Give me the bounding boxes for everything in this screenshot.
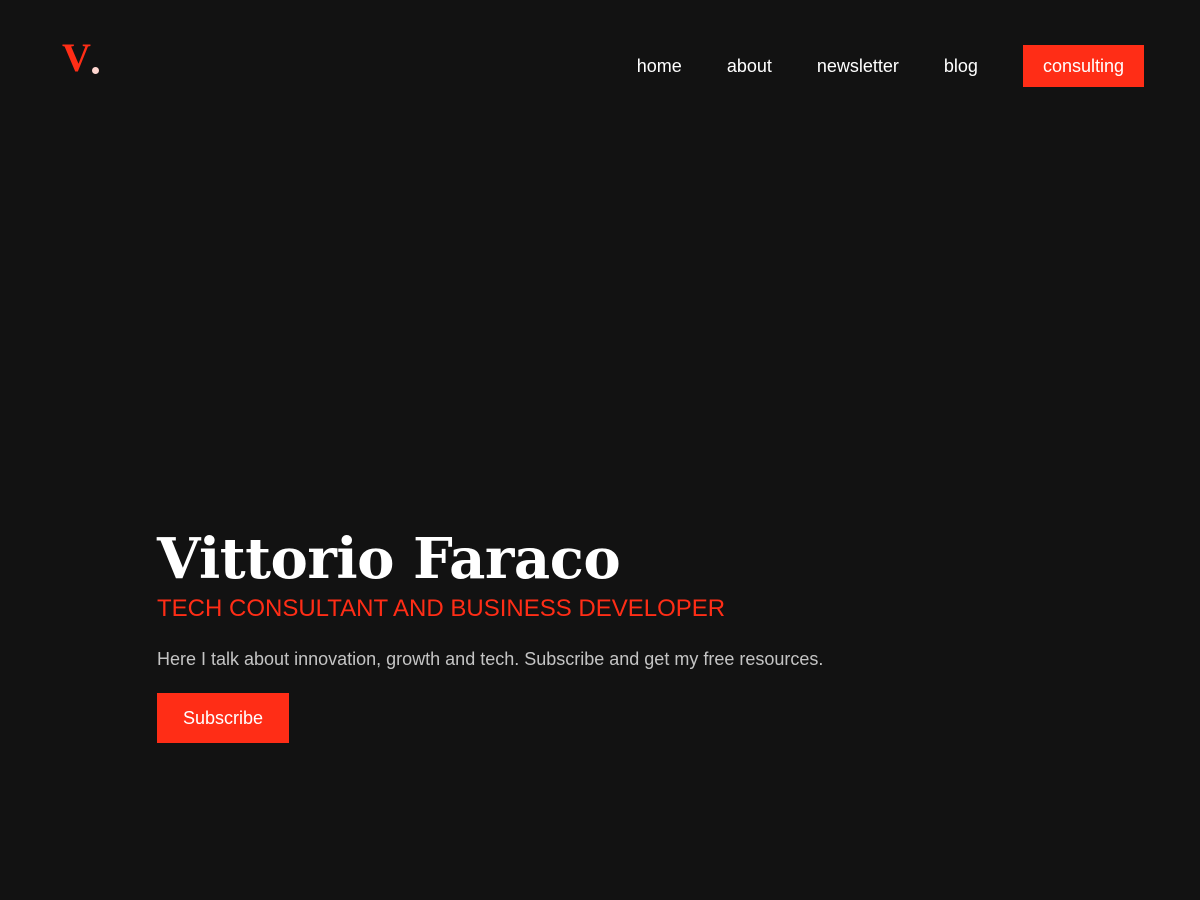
hero-title: Vittorio Faraco: [157, 526, 621, 592]
hero-subtitle: TECH CONSULTANT AND BUSINESS DEVELOPER: [157, 595, 726, 622]
consulting-button[interactable]: consulting: [1022, 45, 1144, 87]
nav-item-home[interactable]: home: [637, 45, 682, 87]
nav-item-newsletter[interactable]: newsletter: [817, 45, 899, 87]
nav-item-about[interactable]: about: [727, 45, 772, 87]
subscribe-button[interactable]: Subscribe: [157, 693, 290, 743]
site-logo[interactable]: V: [62, 38, 99, 78]
hero-section: Vittorio Faraco TECH CONSULTANT AND BUSI…: [157, 524, 1057, 743]
hero-description: Here I talk about innovation, growth and…: [157, 649, 824, 669]
nav-item-blog[interactable]: blog: [944, 45, 978, 87]
logo-dot: [91, 67, 99, 74]
logo-letter: V: [62, 35, 91, 80]
main-nav: home about newsletter blog consulting: [637, 45, 1144, 87]
